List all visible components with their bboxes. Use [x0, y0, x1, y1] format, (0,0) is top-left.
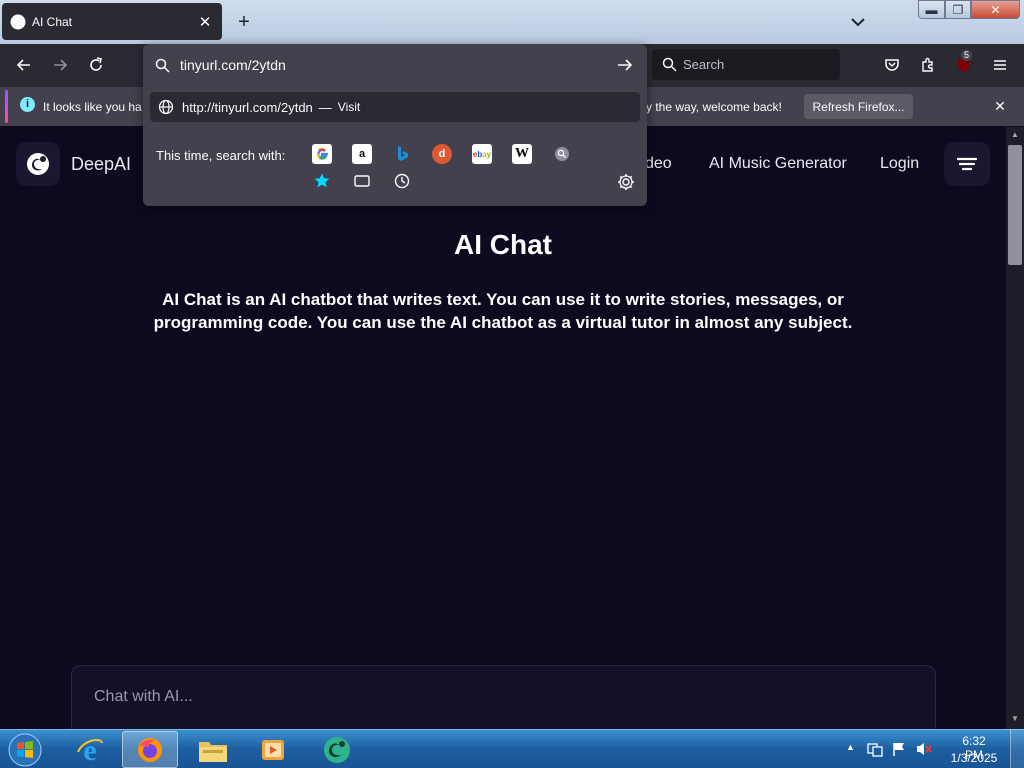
maximize-button[interactable]: ❐: [945, 0, 971, 19]
bookmarks-icon[interactable]: [312, 171, 332, 191]
nav-video-link[interactable]: deo: [645, 155, 672, 173]
go-arrow-icon[interactable]: [615, 55, 635, 75]
search-bar[interactable]: Search: [652, 49, 840, 80]
notification-close-icon[interactable]: ✕: [990, 96, 1010, 116]
media-player-icon: [262, 739, 284, 760]
page-scrollbar[interactable]: ▲ ▼: [1006, 127, 1024, 729]
close-window-button[interactable]: ✕: [971, 0, 1020, 19]
taskbar-file-explorer[interactable]: [185, 731, 241, 768]
tab-close-icon[interactable]: ✕: [196, 13, 214, 31]
flag-icon[interactable]: [891, 741, 907, 757]
deepai-logo[interactable]: [16, 142, 60, 186]
taskbar-firefox[interactable]: [122, 731, 178, 768]
app-menu-button[interactable]: [987, 52, 1013, 78]
scroll-up-arrow-icon[interactable]: ▲: [1006, 127, 1024, 143]
suggestion-action: Visit: [337, 100, 361, 114]
file-explorer-icon: [199, 741, 227, 762]
show-hidden-icons-icon[interactable]: ▲: [846, 742, 855, 752]
address-bar[interactable]: [143, 44, 647, 86]
gear-icon[interactable]: [616, 172, 636, 192]
suggestion-url: http://tinyurl.com/2ytdn: [182, 99, 313, 115]
extension-badge: 5: [961, 50, 973, 61]
back-button[interactable]: [11, 52, 37, 78]
nav-login-link[interactable]: Login: [880, 155, 919, 173]
clock-date[interactable]: 1/3/2025: [946, 751, 1002, 765]
back-arrow-icon: [16, 59, 30, 71]
taskbar-media-player[interactable]: [245, 731, 301, 768]
search-engine-icon[interactable]: [552, 144, 572, 164]
refresh-firefox-button[interactable]: Refresh Firefox...: [804, 94, 913, 119]
page-description: AI Chat is an AI chatbot that writes tex…: [153, 290, 853, 332]
globe-icon: [158, 99, 174, 115]
page-title: AI Chat: [454, 229, 552, 260]
search-icon: [662, 57, 677, 72]
search-placeholder: Search: [683, 57, 725, 72]
notification-text-end: y the way, welcome back!: [646, 100, 782, 114]
history-icon[interactable]: [392, 171, 412, 191]
pocket-button[interactable]: [879, 52, 905, 78]
reload-button[interactable]: [83, 52, 109, 78]
volume-muted-icon[interactable]: [915, 741, 933, 757]
tab-title: AI Chat: [32, 14, 73, 29]
wikipedia-icon[interactable]: W: [512, 144, 532, 164]
minimize-button[interactable]: ▬: [918, 0, 945, 19]
extensions-button[interactable]: [915, 52, 941, 78]
taskbar-internet-explorer[interactable]: e: [62, 731, 118, 768]
action-center-icon[interactable]: [867, 741, 883, 757]
search-with-label: This time, search with:: [156, 148, 286, 163]
google-icon[interactable]: [312, 144, 332, 164]
tab-ai-chat[interactable]: AI Chat ✕: [2, 3, 222, 40]
site-name[interactable]: DeepAI: [71, 154, 131, 175]
puzzle-icon: [922, 57, 933, 72]
menu-icon: [957, 157, 977, 171]
taskbar-deepai-app[interactable]: [309, 731, 365, 768]
firefox-icon: [138, 737, 162, 762]
list-all-tabs-icon[interactable]: [846, 10, 870, 34]
show-desktop-button[interactable]: [1010, 729, 1024, 768]
notification-text-start: It looks like you ha: [43, 100, 142, 114]
internet-explorer-icon: e: [77, 735, 103, 765]
url-input[interactable]: [180, 57, 600, 73]
taskbar: e ▲: [0, 729, 1024, 768]
tab-strip: AI Chat ✕ + ▬ ❐ ✕: [0, 0, 1024, 44]
page-content: DeepAI deo AI Music Generator Login AI C…: [0, 127, 1006, 729]
scroll-down-arrow-icon[interactable]: ▼: [1006, 711, 1024, 727]
ebay-icon[interactable]: ebay: [472, 144, 492, 164]
amazon-icon[interactable]: a: [352, 144, 372, 164]
url-suggestion-row[interactable]: http://tinyurl.com/2ytdn — Visit: [150, 92, 640, 122]
new-tab-button[interactable]: +: [232, 9, 256, 35]
reload-icon: [90, 57, 102, 71]
window-controls: ▬ ❐ ✕: [918, 0, 1024, 19]
notification-accent: [5, 90, 8, 123]
pocket-icon: [885, 59, 899, 71]
windows-start-icon: [8, 733, 42, 766]
forward-arrow-icon: [54, 59, 68, 71]
chat-input[interactable]: [94, 688, 894, 706]
tabs-icon[interactable]: [352, 171, 372, 191]
duckduckgo-icon[interactable]: d: [432, 144, 452, 164]
info-icon: i: [20, 97, 35, 112]
url-bar-dropdown: http://tinyurl.com/2ytdn — Visit This ti…: [143, 44, 647, 206]
start-button[interactable]: [5, 731, 45, 768]
scroll-thumb[interactable]: [1008, 145, 1022, 265]
nav-ai-music-generator-link[interactable]: AI Music Generator: [709, 155, 847, 173]
deepai-app-icon: [324, 736, 350, 763]
deepai-favicon-icon: [10, 14, 26, 29]
search-icon: [155, 58, 170, 73]
forward-button[interactable]: [47, 52, 73, 78]
deepai-logo-icon: [27, 153, 49, 175]
suggestion-separator: —: [318, 99, 332, 115]
chat-box: [71, 665, 936, 729]
site-menu-button[interactable]: [944, 142, 990, 186]
bing-icon[interactable]: [392, 144, 412, 164]
hamburger-menu-icon: [994, 60, 1006, 70]
